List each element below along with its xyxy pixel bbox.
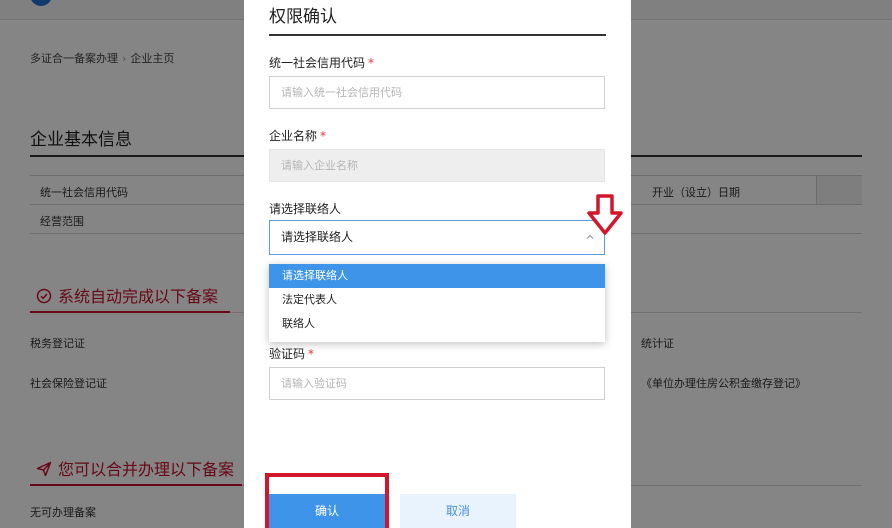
cancel-button[interactable]: 取消 [400, 494, 516, 528]
table-cell-business-scope-label: 经营范围 [40, 215, 84, 228]
logo-icon [30, 0, 52, 6]
section-title-auto-label: 系统自动完成以下备案 [58, 287, 219, 306]
merge-item-none: 无可办理备案 [30, 506, 96, 519]
contact-select-value: 请选择联络人 [281, 230, 354, 244]
required-mark: * [320, 129, 327, 143]
breadcrumb-item-home[interactable]: 多证合一备案办理 [30, 52, 118, 65]
company-name-placeholder: 请输入企业名称 [281, 159, 358, 172]
auto-item-social-insurance: 社会保险登记证 [30, 377, 107, 390]
credit-code-input[interactable]: 请输入统一社会信用代码 [269, 76, 605, 109]
section-accent-rule [30, 484, 242, 486]
captcha-input[interactable]: 请输入验证码 [269, 367, 605, 400]
contact-select[interactable]: 请选择联络人 [269, 220, 605, 255]
table-cell-credit-code-label: 统一社会信用代码 [40, 186, 128, 199]
send-icon [36, 461, 52, 477]
check-circle-icon [36, 288, 52, 304]
permission-confirm-dialog: 权限确认 统一社会信用代码 * 请输入统一社会信用代码 企业名称 * 请输入企业名称… [244, 0, 631, 528]
captcha-placeholder: 请输入验证码 [281, 377, 347, 390]
credit-code-label-text: 统一社会信用代码 [269, 56, 366, 70]
breadcrumb-separator: › [122, 52, 127, 65]
section-title-merge-label: 您可以合并办理以下备案 [58, 460, 235, 479]
contact-dropdown-menu: 请选择联络人 法定代表人 联络人 [269, 264, 605, 342]
contact-option-placeholder[interactable]: 请选择联络人 [269, 264, 605, 288]
auto-item-tax: 税务登记证 [30, 337, 85, 350]
table-cell-empty [816, 176, 862, 204]
breadcrumb: 多证合一备案办理 › 企业主页 [30, 50, 174, 66]
dialog-title-divider [269, 34, 606, 36]
captcha-label: 验证码 * [269, 345, 314, 362]
contact-option-liaison[interactable]: 联络人 [269, 312, 605, 336]
arrow-down-icon [587, 194, 623, 235]
breadcrumb-item-current: 企业主页 [130, 52, 175, 65]
section-title-auto: 系统自动完成以下备案 [36, 283, 218, 307]
auto-item-statistics: 统计证 [641, 337, 674, 350]
contact-label: 请选择联络人 [269, 202, 342, 216]
required-mark: * [308, 347, 315, 361]
contact-option-legal-rep[interactable]: 法定代表人 [269, 288, 605, 312]
company-name-label-text: 企业名称 [269, 129, 318, 143]
auto-item-housing-fund: 《单位办理住房公积金缴存登记》 [641, 377, 806, 390]
company-name-input: 请输入企业名称 [269, 149, 605, 182]
dialog-title: 权限确认 [269, 7, 337, 27]
captcha-label-text: 验证码 [269, 347, 306, 361]
required-mark: * [368, 56, 375, 70]
annotation-highlight-box [265, 473, 389, 528]
credit-code-placeholder: 请输入统一社会信用代码 [281, 86, 402, 99]
company-name-label: 企业名称 * [269, 127, 326, 144]
section-accent-rule [30, 311, 230, 313]
section-title-merge: 您可以合并办理以下备案 [36, 456, 234, 480]
table-cell-open-date-label: 开业（设立）日期 [652, 186, 740, 199]
credit-code-label: 统一社会信用代码 * [269, 54, 374, 71]
section-title-basic-info: 企业基本信息 [30, 130, 132, 150]
